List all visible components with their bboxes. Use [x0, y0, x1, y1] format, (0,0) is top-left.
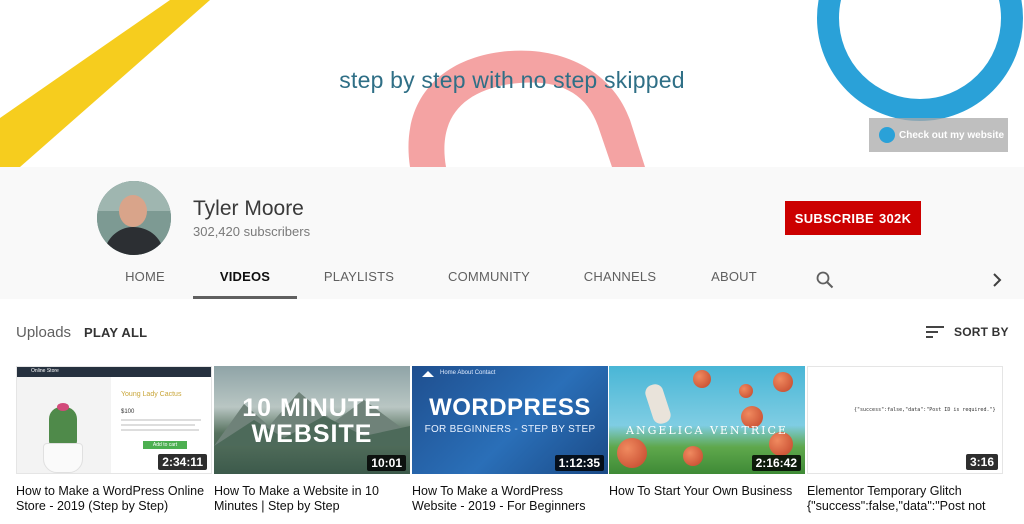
thumb-text-line	[121, 419, 201, 421]
pot-image	[43, 443, 83, 473]
thumb-price: $100	[121, 409, 135, 415]
thumb-name: ANGELICA VENTRICE	[626, 424, 788, 437]
thumb-cart-button: Add to cart	[143, 441, 187, 449]
channel-tabs: HOME VIDEOS PLAYLISTS COMMUNITY CHANNELS…	[0, 263, 1024, 299]
tab-videos[interactable]: VIDEOS	[193, 263, 297, 299]
thumb-subheadline: FOR BEGINNERS - STEP BY STEP	[424, 424, 596, 435]
ball-image	[773, 372, 793, 392]
video-duration: 3:16	[965, 454, 998, 470]
tab-community[interactable]: COMMUNITY	[440, 263, 538, 299]
video-card[interactable]: 10 MINUTE WEBSITE 10:01 How To Make a We…	[214, 366, 410, 514]
video-duration: 1:12:35	[554, 455, 604, 471]
channel-header: Tyler Moore 302,420 subscribers SUBSCRIB…	[0, 167, 1024, 299]
uploads-heading: Uploads	[16, 324, 72, 341]
avatar-image	[97, 181, 171, 255]
channel-banner: step by step with no step skipped Check …	[0, 0, 1024, 167]
subscribe-button[interactable]: SUBSCRIBE 302K	[785, 201, 921, 235]
video-duration: 2:16:42	[751, 455, 801, 471]
thumb-logo-icon	[422, 371, 434, 377]
ball-image	[617, 438, 647, 468]
thumb-headline-1: 10 MINUTE	[242, 394, 382, 422]
thumb-nav-text: Home About Contact	[440, 370, 496, 376]
ball-image	[683, 446, 703, 466]
video-title[interactable]: How To Make a Website in 10 Minutes | St…	[214, 484, 410, 514]
thumb-headline-2: WEBSITE	[251, 420, 373, 448]
runner-image	[643, 382, 673, 426]
video-thumbnail[interactable]: ANGELICA VENTRICE 2:16:42	[609, 366, 805, 474]
flower-image	[57, 403, 69, 411]
video-title[interactable]: How to Make a WordPress Online Store - 2…	[16, 484, 212, 514]
search-icon[interactable]	[812, 265, 838, 301]
sort-icon	[926, 326, 944, 338]
subscribe-label: SUBSCRIBE	[794, 210, 874, 226]
tab-about[interactable]: ABOUT	[704, 263, 764, 299]
chevron-right-icon[interactable]	[986, 267, 1008, 303]
video-card[interactable]: {"success":false,"data":"Post ID is requ…	[807, 366, 1003, 514]
thumb-bar-text: Online Store	[31, 368, 59, 374]
thumb-headline: WORDPRESS	[429, 394, 591, 421]
website-link-label: Check out my website	[899, 129, 1005, 141]
tab-channels[interactable]: CHANNELS	[578, 263, 662, 299]
banner-tagline: step by step with no step skipped	[339, 67, 685, 93]
video-card[interactable]: Home About Contact WORDPRESS FOR BEGINNE…	[412, 366, 608, 514]
thumb-text-line	[121, 429, 199, 431]
thumb-text-line	[121, 424, 195, 426]
ball-image	[739, 384, 753, 398]
channel-avatar[interactable]	[97, 181, 171, 255]
sort-by-label: SORT BY	[954, 325, 1009, 339]
video-thumbnail[interactable]: 10 MINUTE WEBSITE 10:01	[214, 366, 410, 474]
video-card[interactable]: ANGELICA VENTRICE 2:16:42 How To Start Y…	[609, 366, 805, 499]
video-duration: 10:01	[367, 455, 406, 471]
sort-by-button[interactable]: SORT BY	[926, 322, 1009, 342]
thumb-code-text: {"success":false,"data":"Post ID is requ…	[854, 407, 996, 413]
thumb-topbar: Online Store	[17, 367, 211, 377]
video-title[interactable]: How To Make a WordPress Website - 2019 -…	[412, 484, 608, 514]
play-all-button[interactable]: PLAY ALL	[84, 325, 147, 340]
channel-name: Tyler Moore	[193, 197, 304, 220]
website-icon	[879, 127, 895, 143]
video-duration: 2:34:11	[158, 454, 207, 470]
video-title[interactable]: How To Start Your Own Business	[609, 484, 805, 499]
thumb-product-title: Young Lady Cactus	[121, 391, 182, 398]
video-thumbnail[interactable]: Online Store Young Lady Cactus $100 Add …	[16, 366, 212, 474]
thumb-product-image	[17, 377, 111, 473]
video-thumbnail[interactable]: Home About Contact WORDPRESS FOR BEGINNE…	[412, 366, 608, 474]
tab-playlists[interactable]: PLAYLISTS	[316, 263, 402, 299]
tab-home[interactable]: HOME	[110, 263, 180, 299]
subscribe-count: 302K	[878, 210, 912, 226]
video-card[interactable]: Online Store Young Lady Cactus $100 Add …	[16, 366, 212, 514]
ball-image	[693, 370, 711, 388]
cactus-image	[49, 407, 77, 447]
website-link[interactable]: Check out my website	[869, 118, 1008, 152]
video-thumbnail[interactable]: {"success":false,"data":"Post ID is requ…	[807, 366, 1003, 474]
subscriber-count: 302,420 subscribers	[193, 224, 311, 239]
video-title[interactable]: Elementor Temporary Glitch {"success":fa…	[807, 484, 1003, 514]
